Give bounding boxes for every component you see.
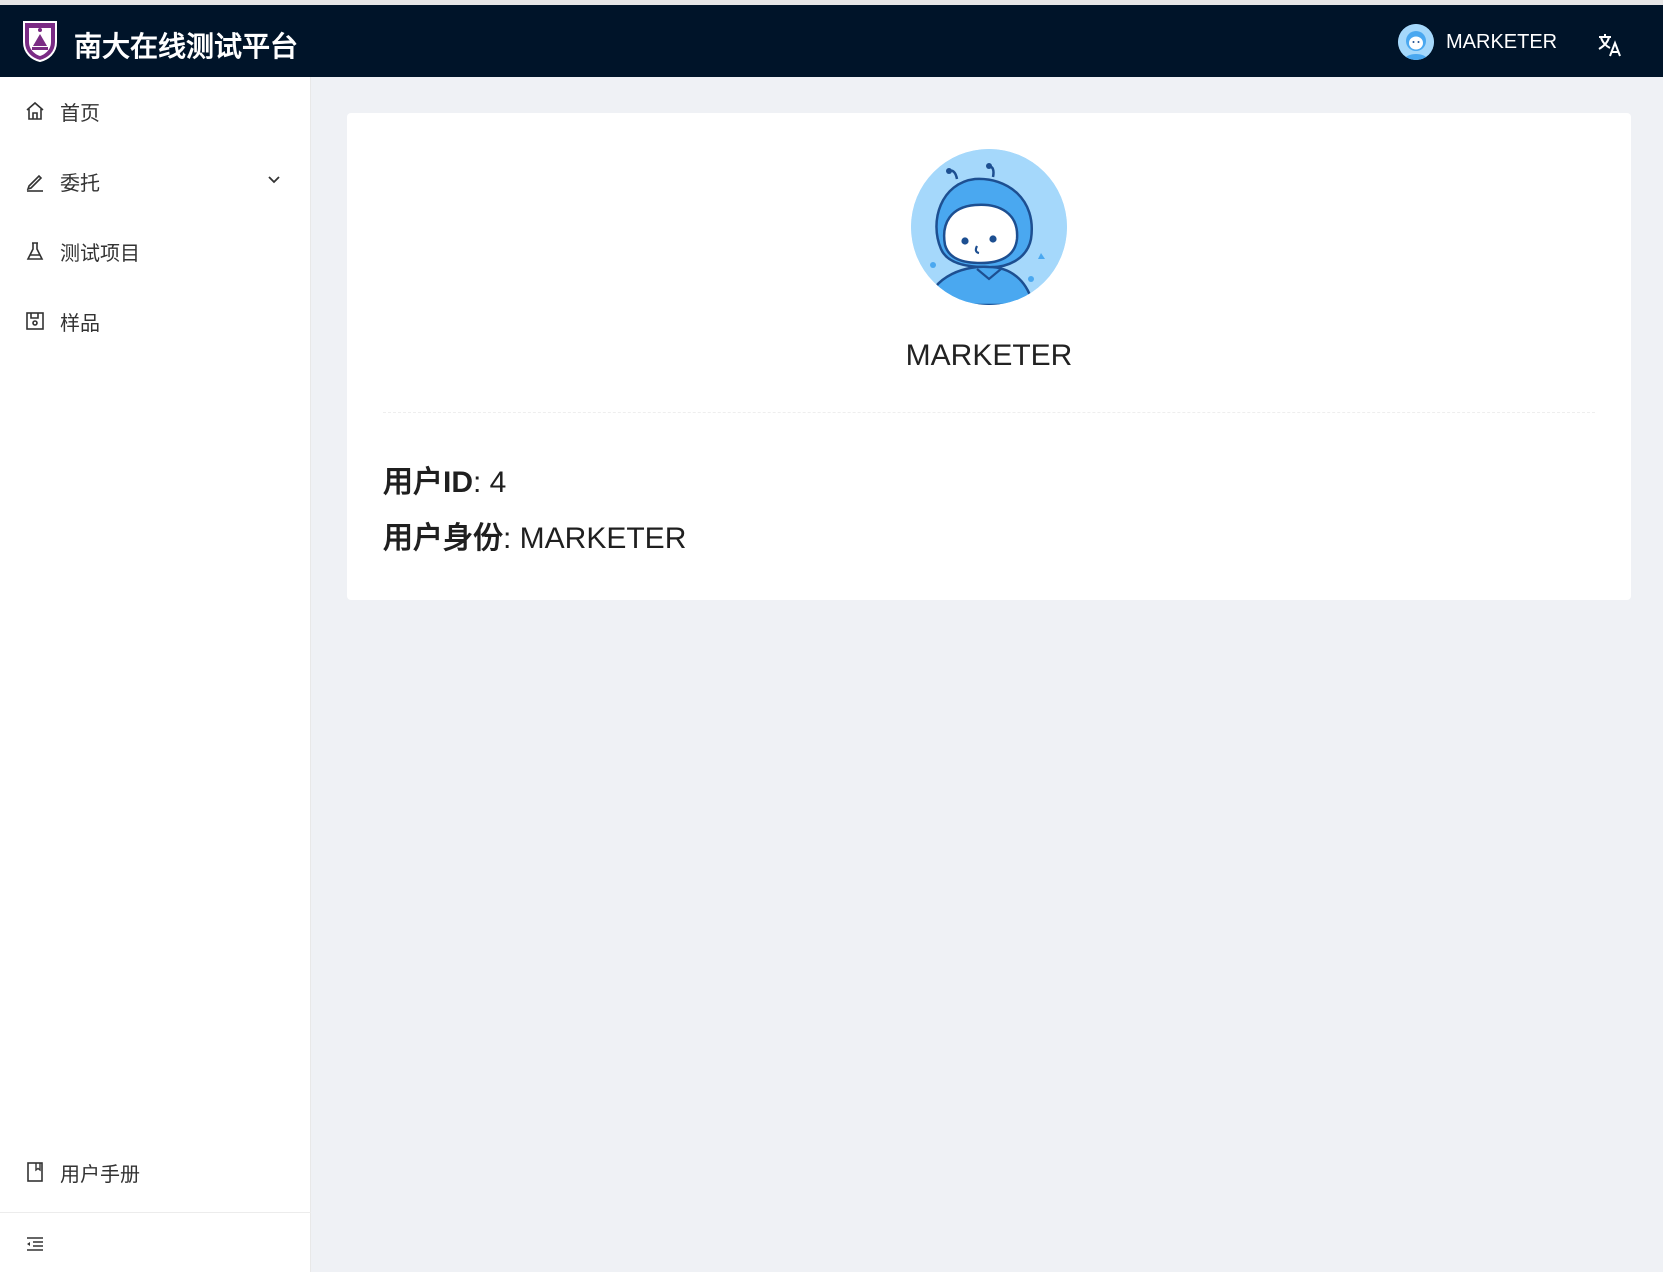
profile-avatar	[911, 149, 1067, 305]
user-role-value: : MARKETER	[503, 522, 687, 555]
sidebar-item-label: 用户手册	[60, 1161, 140, 1186]
user-id-row: 用户ID: 4	[383, 457, 506, 501]
card-divider	[383, 412, 1595, 413]
profile-name: MARKETER	[905, 339, 1073, 372]
sidebar-item-label: 样品	[60, 310, 100, 335]
edit-icon	[26, 174, 43, 192]
flask-icon	[26, 242, 44, 260]
app-header: 南大在线测试平台 MARKETER	[0, 5, 1663, 77]
book-icon	[27, 1162, 43, 1182]
sidebar-item-commission[interactable]: 委托	[0, 155, 311, 207]
sidebar-divider	[0, 1212, 311, 1213]
sidebar-item-test-projects[interactable]: 测试项目	[0, 225, 311, 277]
sidebar: 首页 委托 测试项目 样品 用户手册	[0, 77, 311, 1272]
home-icon	[26, 101, 44, 120]
sidebar-item-samples[interactable]: 样品	[0, 295, 311, 347]
user-role-row: 用户身份: MARKETER	[383, 513, 686, 557]
save-icon	[26, 312, 44, 330]
user-menu[interactable]: MARKETER	[1398, 23, 1557, 61]
sidebar-item-label: 首页	[60, 100, 100, 125]
sidebar-item-label: 测试项目	[60, 240, 140, 265]
chevron-down-icon	[268, 176, 280, 184]
avatar	[1398, 24, 1434, 60]
header-username: MARKETER	[1446, 30, 1558, 53]
user-id-value: : 4	[473, 466, 507, 499]
sidebar-item-label: 委托	[60, 170, 100, 195]
translate-icon[interactable]	[1596, 31, 1624, 59]
university-logo-icon	[23, 21, 57, 62]
sidebar-item-home[interactable]: 首页	[0, 85, 311, 137]
user-role-label: 用户身份	[383, 522, 503, 555]
app-title: 南大在线测试平台	[74, 30, 299, 63]
sidebar-collapse-button[interactable]	[0, 1218, 311, 1270]
user-id-label: 用户ID	[383, 466, 473, 499]
sidebar-item-user-manual[interactable]: 用户手册	[0, 1146, 311, 1198]
profile-card: MARKETER 用户ID: 4 用户身份: MARKETER	[347, 113, 1631, 600]
menu-fold-icon	[27, 1237, 43, 1251]
